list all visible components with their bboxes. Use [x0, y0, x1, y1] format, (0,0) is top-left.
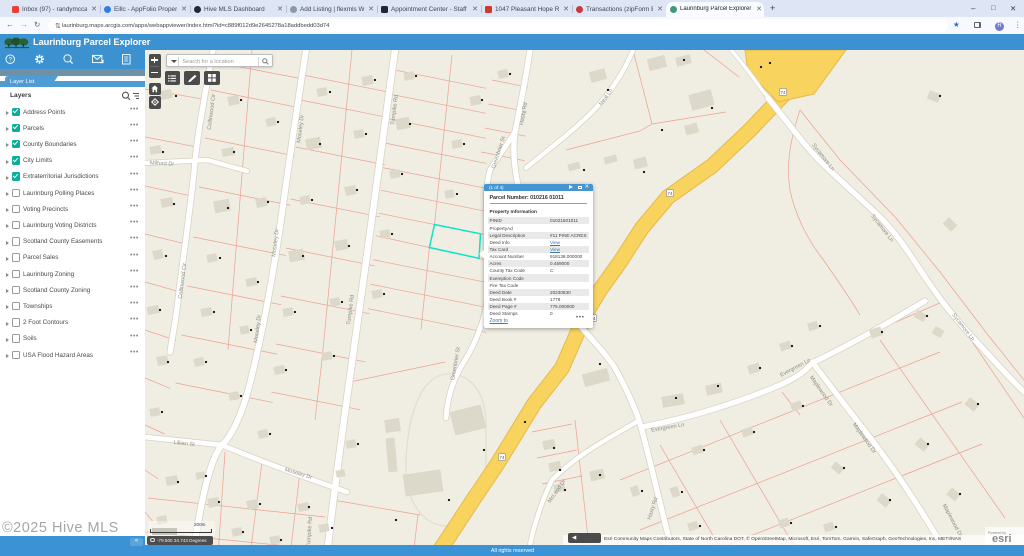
svg-text:74: 74	[500, 455, 505, 460]
svg-text:74: 74	[781, 90, 786, 95]
svg-text:Milford Dr: Milford Dr	[150, 161, 175, 168]
svg-text:74: 74	[668, 191, 673, 196]
svg-text:?: ?	[8, 57, 12, 64]
